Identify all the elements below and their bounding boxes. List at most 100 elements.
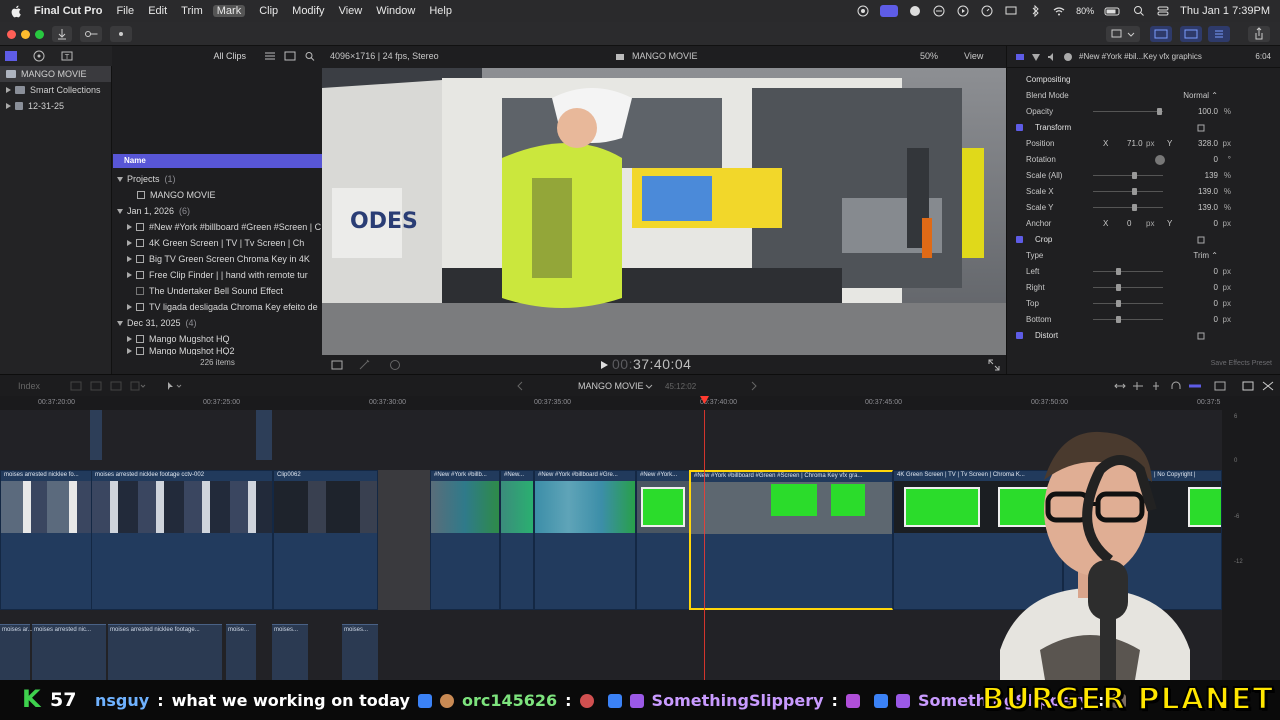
disclosure-triangle-icon[interactable] — [127, 224, 132, 230]
row-value[interactable]: 0 — [1214, 315, 1218, 324]
inspector-row-scale-y[interactable]: Scale Y 139.0% — [1007, 200, 1280, 216]
menu-view[interactable]: View — [339, 5, 363, 17]
skimming-icon[interactable] — [1150, 381, 1162, 391]
inspector-row-bottom[interactable]: Bottom 0 px — [1007, 312, 1280, 328]
view-dropdown[interactable]: View — [964, 51, 983, 61]
timeline-project-title[interactable]: MANGO MOVIE — [578, 381, 644, 391]
timeline-clip[interactable]: moises arrested nicklee fo... — [0, 470, 92, 610]
group-row-projects[interactable]: Projects (1) — [113, 171, 322, 187]
value-slider[interactable] — [1093, 284, 1163, 291]
rotation-dial[interactable] — [1155, 155, 1165, 165]
row-value[interactable]: 0 — [1214, 267, 1218, 276]
x-value[interactable]: 0 — [1127, 219, 1131, 228]
menu-trim[interactable]: Trim — [181, 5, 203, 17]
screen-share-icon[interactable] — [880, 5, 899, 17]
inspector-row-right[interactable]: Right 0 px — [1007, 280, 1280, 296]
list-item[interactable]: Big TV Green Screen Chroma Key in 4K — [113, 251, 322, 267]
index-button[interactable]: Index — [18, 381, 40, 391]
disclosure-triangle-icon[interactable] — [6, 87, 11, 93]
enable-checkbox[interactable] — [1016, 236, 1023, 243]
show-browser-button[interactable] — [1150, 26, 1172, 42]
circle-icon[interactable] — [908, 5, 922, 17]
disclosure-triangle-icon[interactable] — [117, 176, 123, 182]
inspector-row-compositing[interactable]: Compositing — [1007, 72, 1280, 88]
y-value[interactable]: 328.0 — [1198, 139, 1218, 148]
inspector-row-position[interactable]: Position X 71.0 px Y 328.0 px — [1007, 136, 1280, 152]
library-item-smart-collections[interactable]: Smart Collections — [0, 82, 111, 98]
connect-clip-icon[interactable] — [70, 381, 82, 391]
list-item[interactable]: The Undertaker Bell Sound Effect — [113, 283, 322, 299]
disclosure-triangle-icon[interactable] — [127, 304, 132, 310]
video-frame[interactable]: ODES — [322, 68, 1006, 355]
import-button[interactable] — [52, 26, 72, 42]
list-item[interactable]: #New #York #billboard #Green #Screen | C — [113, 219, 322, 235]
disclosure-triangle-icon[interactable] — [127, 272, 132, 278]
inspector-row-left[interactable]: Left 0 px — [1007, 264, 1280, 280]
slider-knob[interactable] — [1115, 268, 1121, 275]
menu-modify[interactable]: Modify — [292, 5, 324, 17]
gauge-icon[interactable] — [980, 5, 994, 17]
menu-help[interactable]: Help — [429, 5, 452, 17]
save-effects-preset-button[interactable]: Save Effects Preset — [1211, 360, 1272, 367]
disclosure-triangle-icon[interactable] — [117, 320, 123, 326]
inspector-row-scale-all[interactable]: Scale (All) 139% — [1007, 168, 1280, 184]
color-inspector-icon[interactable] — [1031, 52, 1041, 62]
share-button[interactable] — [1248, 26, 1270, 42]
inspector-row-opacity[interactable]: Opacity 100.0% — [1007, 104, 1280, 120]
menubar-clock[interactable]: Thu Jan 1 7:39PM — [1180, 5, 1270, 17]
reset-icon[interactable] — [1197, 236, 1205, 244]
timeline-clip[interactable]: #New #York #billboard #Gre... — [534, 470, 636, 610]
reset-icon[interactable] — [1197, 124, 1205, 132]
audio-clip[interactable]: moises ar... — [0, 624, 33, 680]
transform-tool-icon[interactable] — [330, 359, 344, 371]
timeline-clip[interactable]: moises arrested nicklee footage cctv-002 — [91, 470, 273, 610]
zoom-window-button[interactable] — [35, 30, 44, 39]
timeline-clip-selected[interactable]: #New #York #billboard #Green #Screen | C… — [689, 470, 893, 610]
play-button-icon[interactable] — [599, 360, 609, 370]
y-value[interactable]: 0 — [1214, 219, 1218, 228]
group-row-jan-1[interactable]: Jan 1, 2026 (6) — [113, 203, 322, 219]
select-tool-icon[interactable] — [166, 381, 182, 391]
row-value[interactable]: 100.0 — [1198, 107, 1218, 116]
menu-edit[interactable]: Edit — [148, 5, 167, 17]
gap-clip[interactable] — [378, 470, 430, 610]
skimmer-line[interactable] — [689, 470, 691, 610]
timecode-display[interactable]: 00:37:40:04 — [612, 356, 691, 372]
row-value[interactable]: 139 — [1205, 171, 1218, 180]
row-value[interactable]: Trim ⌃ — [1193, 251, 1218, 260]
inspector-row-distort[interactable]: Distort — [1007, 328, 1280, 344]
disclosure-triangle-icon[interactable] — [6, 103, 11, 109]
slider-knob[interactable] — [1115, 284, 1121, 291]
value-slider[interactable] — [1093, 300, 1163, 307]
reset-icon[interactable] — [1197, 332, 1205, 340]
append-clip-icon[interactable] — [110, 381, 122, 391]
video-inspector-icon[interactable] — [1015, 52, 1025, 62]
disclosure-triangle-icon[interactable] — [127, 256, 132, 262]
control-center-icon[interactable] — [1156, 5, 1170, 17]
layout-button[interactable] — [1106, 26, 1140, 42]
value-slider[interactable] — [1093, 204, 1163, 211]
zoom-dropdown[interactable]: 50% — [920, 51, 938, 61]
search-icon[interactable] — [304, 51, 316, 61]
list-item[interactable]: TV ligada desligada Chroma Key efeito de — [113, 299, 322, 315]
enable-checkbox[interactable] — [1016, 124, 1023, 131]
apple-icon[interactable] — [10, 5, 22, 18]
audio-inspector-icon[interactable] — [1047, 52, 1057, 62]
list-item[interactable]: Free Clip Finder | | hand with remote tu… — [113, 267, 322, 283]
zoom-out-icon[interactable] — [1114, 381, 1126, 391]
effects-browser-icon[interactable] — [1242, 381, 1254, 391]
name-column-header[interactable]: Name — [113, 154, 322, 168]
row-value[interactable]: Normal ⌃ — [1183, 91, 1218, 100]
search-icon[interactable] — [1132, 5, 1146, 17]
inspector-row-scale-x[interactable]: Scale X 139.0% — [1007, 184, 1280, 200]
disclosure-triangle-icon[interactable] — [127, 336, 132, 342]
wifi-icon[interactable] — [1052, 5, 1066, 17]
play-icon[interactable] — [956, 5, 970, 17]
inspector-row-blend-mode[interactable]: Blend Mode Normal ⌃ — [1007, 88, 1280, 104]
libraries-icon[interactable] — [4, 49, 18, 63]
forward-arrow-icon[interactable] — [751, 381, 757, 391]
chevron-down-icon[interactable] — [645, 384, 653, 390]
row-value[interactable]: 0 — [1214, 155, 1218, 164]
library-item-event[interactable]: 12-31-25 — [0, 98, 111, 114]
timeline-clip[interactable]: Clip0062 — [273, 470, 378, 610]
